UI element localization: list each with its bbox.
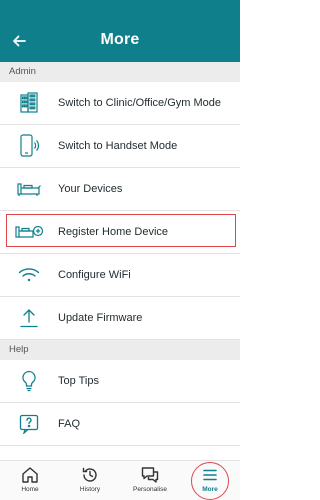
item-label: Your Devices (58, 183, 123, 195)
lightbulb-icon (22, 370, 36, 392)
bottom-tab-bar: Home History Personalise More (0, 460, 240, 500)
tab-more[interactable]: More (180, 461, 240, 500)
register-home-device-item[interactable]: Register Home Device (0, 211, 240, 254)
your-devices-item[interactable]: Your Devices (0, 168, 240, 211)
home-icon (22, 467, 38, 483)
handset-icon (20, 134, 39, 157)
settings-list[interactable]: Admin Switch to Clinic/Office/Gym Mode S… (0, 62, 240, 460)
upload-icon (20, 309, 38, 328)
item-label: Switch to Clinic/Office/Gym Mode (58, 97, 222, 109)
update-firmware-item[interactable]: Update Firmware (0, 297, 240, 340)
faq-item[interactable]: FAQ (0, 403, 240, 446)
item-label: Update Firmware (58, 312, 143, 324)
configure-wifi-item[interactable]: Configure WiFi (0, 254, 240, 297)
item-label: Switch to Handset Mode (58, 140, 178, 152)
chat-icon (141, 467, 159, 483)
item-label: Configure WiFi (58, 269, 131, 281)
device-add-icon (15, 225, 44, 238)
tab-label: Home (21, 486, 39, 493)
highlight-ring (191, 462, 229, 500)
switch-handset-mode-item[interactable]: Switch to Handset Mode (0, 125, 240, 168)
tab-label: History (79, 486, 101, 493)
switch-clinic-mode-item[interactable]: Switch to Clinic/Office/Gym Mode (0, 82, 240, 125)
top-tips-item[interactable]: Top Tips (0, 360, 240, 403)
tab-home[interactable]: Home (0, 461, 60, 500)
history-icon (82, 467, 97, 482)
question-icon (19, 414, 39, 434)
wifi-icon (18, 268, 40, 282)
building-icon (20, 92, 38, 113)
tab-personalise[interactable]: Personalise (120, 461, 180, 500)
section-header-admin: Admin (0, 62, 240, 82)
page-title: More (100, 31, 140, 48)
status-bar (0, 0, 240, 20)
tab-label: Personalise (133, 486, 167, 493)
item-label: FAQ (58, 418, 81, 430)
app-header: More (0, 20, 240, 62)
section-header-help: Help (0, 340, 240, 360)
item-label: Register Home Device (58, 226, 169, 238)
device-icon (17, 183, 41, 196)
tab-history[interactable]: History (60, 461, 120, 500)
item-label: Top Tips (58, 375, 99, 387)
